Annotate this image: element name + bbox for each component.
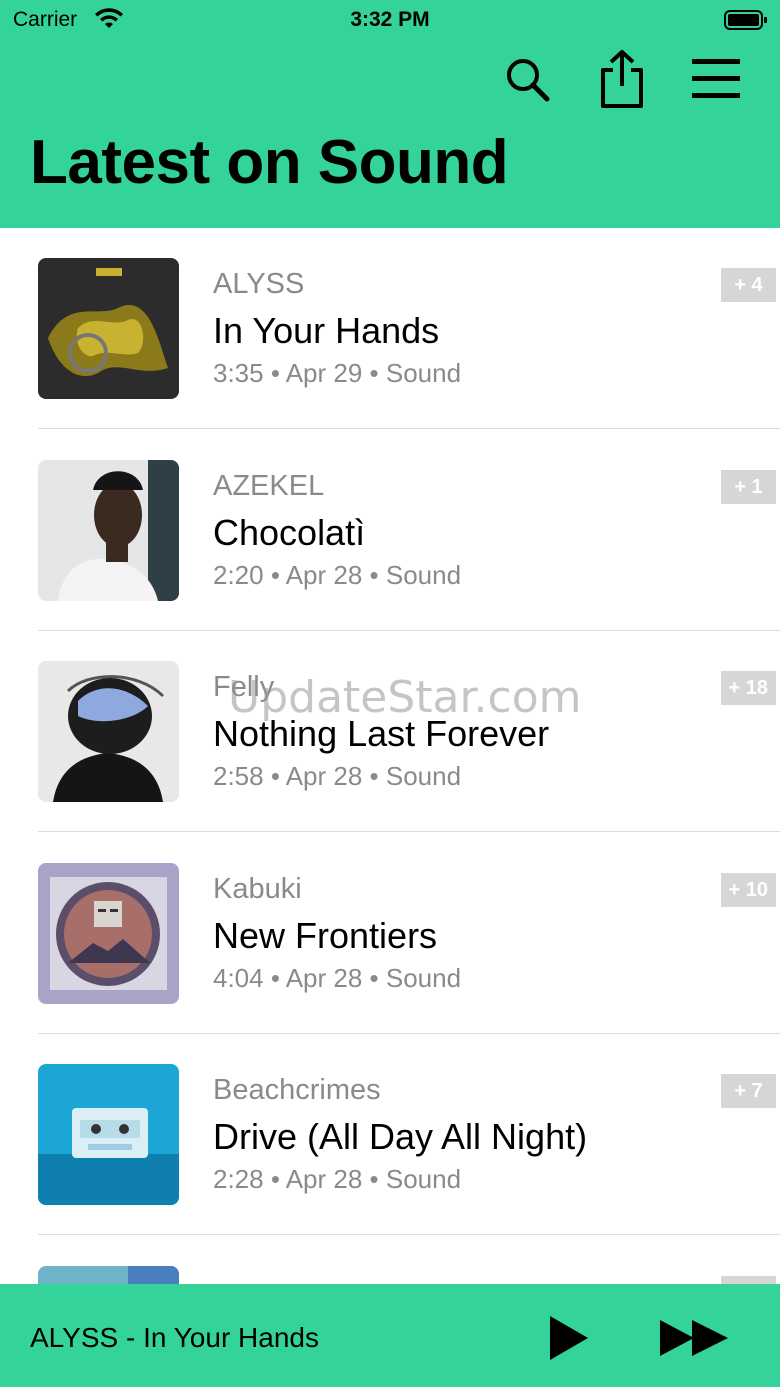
track-meta: 3:35 • Apr 29 • Sound	[213, 358, 462, 388]
menu-icon	[692, 59, 740, 98]
album-art	[38, 1266, 179, 1284]
track-row[interactable]: AZEKEL Chocolatì 2:20 • Apr 28 • Sound +…	[0, 430, 780, 631]
track-meta: 2:20 • Apr 28 • Sound	[213, 560, 462, 590]
row-divider	[38, 1234, 780, 1235]
artist-name: Kabuki	[213, 873, 302, 905]
clock: 3:32 PM	[350, 8, 430, 31]
album-art	[38, 258, 179, 399]
row-divider	[38, 831, 780, 832]
play-icon	[550, 1316, 588, 1360]
share-button[interactable]	[594, 46, 650, 112]
track-meta: 2:58 • Apr 28 • Sound	[213, 761, 462, 791]
track-title: Drive (All Day All Night)	[213, 1116, 588, 1157]
app-header: Carrier 3:32 PM Latest on Sound	[0, 0, 780, 228]
search-button[interactable]	[499, 46, 555, 112]
track-title: In Your Hands	[213, 310, 440, 351]
mini-player[interactable]: ALYSS - In Your Hands	[0, 1284, 780, 1387]
count-badge[interactable]	[721, 1276, 776, 1284]
artist-name: Felly	[213, 671, 275, 703]
fast-forward-icon	[660, 1320, 728, 1356]
track-list: ALYSS In Your Hands 3:35 • Apr 29 • Soun…	[0, 228, 780, 1284]
track-row[interactable]: ALYSS In Your Hands 3:35 • Apr 29 • Soun…	[0, 228, 780, 429]
fast-forward-button[interactable]	[654, 1312, 734, 1364]
count-badge[interactable]: + 4	[721, 268, 776, 302]
status-bar: Carrier 3:32 PM	[0, 0, 780, 40]
share-icon	[601, 50, 643, 108]
artist-name: Beachcrimes	[213, 1074, 381, 1106]
track-row[interactable]: Felly Nothing Last Forever 2:58 • Apr 28…	[0, 631, 780, 832]
artist-name: AZEKEL	[213, 470, 325, 502]
track-title: New Frontiers	[213, 915, 438, 956]
count-badge[interactable]: + 7	[721, 1074, 776, 1108]
count-badge[interactable]: + 1	[721, 470, 776, 504]
album-art	[38, 460, 179, 601]
album-art	[38, 1064, 179, 1205]
artist-name: ALYSS	[213, 268, 305, 300]
count-badge[interactable]: + 10	[720, 873, 776, 907]
now-playing-label[interactable]: ALYSS - In Your Hands	[30, 1322, 319, 1354]
count-badge[interactable]: + 18	[720, 671, 776, 705]
track-title: Nothing Last Forever	[213, 713, 550, 754]
track-meta: 4:04 • Apr 28 • Sound	[213, 963, 462, 993]
album-art	[38, 863, 179, 1004]
play-button[interactable]	[540, 1312, 596, 1364]
menu-button[interactable]	[688, 46, 744, 112]
track-row[interactable]: Kabuki New Frontiers 4:04 • Apr 28 • Sou…	[0, 833, 780, 1034]
track-row[interactable]: Beachcrimes Drive (All Day All Night) 2:…	[0, 1034, 780, 1235]
page-title: Latest on Sound	[30, 128, 509, 197]
track-row[interactable]	[0, 1236, 780, 1284]
album-art	[38, 661, 179, 802]
battery-icon	[724, 9, 768, 36]
row-divider	[38, 428, 780, 429]
track-title: Chocolatì	[213, 512, 366, 553]
track-meta: 2:28 • Apr 28 • Sound	[213, 1164, 462, 1194]
search-icon	[507, 59, 550, 102]
